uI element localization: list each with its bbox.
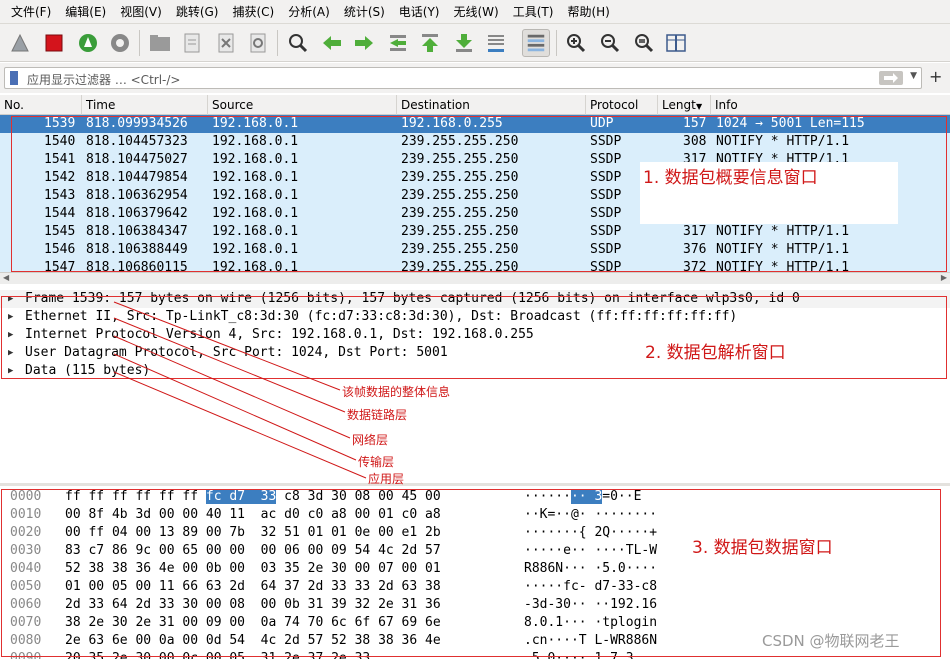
watermark: CSDN @物联网老王 bbox=[762, 632, 900, 650]
annot-network: 网络层 bbox=[352, 433, 389, 447]
annot-frame: 该帧数据的整体信息 bbox=[342, 385, 451, 399]
annotation-lines bbox=[113, 301, 367, 479]
annot-application: 应用层 bbox=[368, 472, 405, 486]
annot-transport: 传输层 bbox=[358, 455, 395, 469]
annot-datalink: 数据链路层 bbox=[347, 408, 408, 422]
